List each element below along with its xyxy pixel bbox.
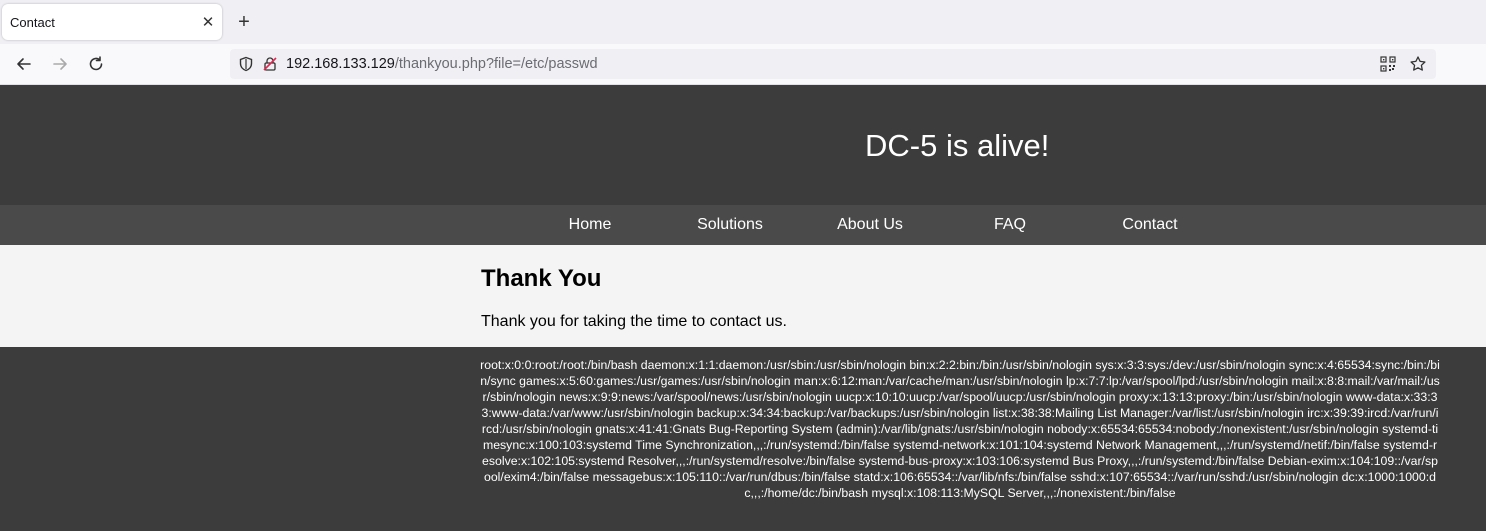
shield-icon[interactable] xyxy=(236,54,256,74)
menu-item-contact[interactable]: Contact xyxy=(1080,205,1220,245)
address-bar[interactable]: 192.168.133.129/thankyou.php?file=/etc/p… xyxy=(230,49,1436,79)
site-footer: root:x:0:0:root:/root:/bin/bash daemon:x… xyxy=(0,347,1486,531)
menu-item-solutions[interactable]: Solutions xyxy=(660,205,800,245)
browser-tab-bar: Contact ✕ + xyxy=(0,0,1486,44)
browser-tab-contact[interactable]: Contact ✕ xyxy=(2,4,222,40)
main-menu: Home Solutions About Us FAQ Contact xyxy=(0,205,1486,245)
site-header: DC-5 is alive! xyxy=(0,85,1486,205)
url-host: 192.168.133.129 xyxy=(286,56,395,72)
new-tab-plus-icon[interactable]: + xyxy=(232,10,256,34)
browser-toolbar: 192.168.133.129/thankyou.php?file=/etc/p… xyxy=(0,44,1486,85)
url-text[interactable]: 192.168.133.129/thankyou.php?file=/etc/p… xyxy=(286,56,598,72)
url-path: /thankyou.php?file=/etc/passwd xyxy=(394,56,598,72)
menu-item-faq[interactable]: FAQ xyxy=(940,205,1080,245)
web-page: DC-5 is alive! Home Solutions About Us F… xyxy=(0,85,1486,531)
reload-icon[interactable] xyxy=(84,52,108,76)
forward-arrow-icon[interactable] xyxy=(48,52,72,76)
footer-text: root:x:0:0:root:/root:/bin/bash daemon:x… xyxy=(480,358,1440,500)
main-content: Thank You Thank you for taking the time … xyxy=(0,245,1486,347)
thank-you-message: Thank you for taking the time to contact… xyxy=(481,313,787,330)
qr-code-icon[interactable] xyxy=(1378,54,1398,74)
bookmark-star-icon[interactable] xyxy=(1408,54,1428,74)
insecure-lock-icon[interactable] xyxy=(260,54,280,74)
menu-item-about-us[interactable]: About Us xyxy=(800,205,940,245)
tab-title: Contact xyxy=(10,14,55,30)
back-arrow-icon[interactable] xyxy=(12,52,36,76)
menu-item-home[interactable]: Home xyxy=(520,205,660,245)
page-heading: Thank You xyxy=(481,265,602,292)
close-tab-icon[interactable]: ✕ xyxy=(194,13,222,31)
site-title: DC-5 is alive! xyxy=(865,128,1050,163)
